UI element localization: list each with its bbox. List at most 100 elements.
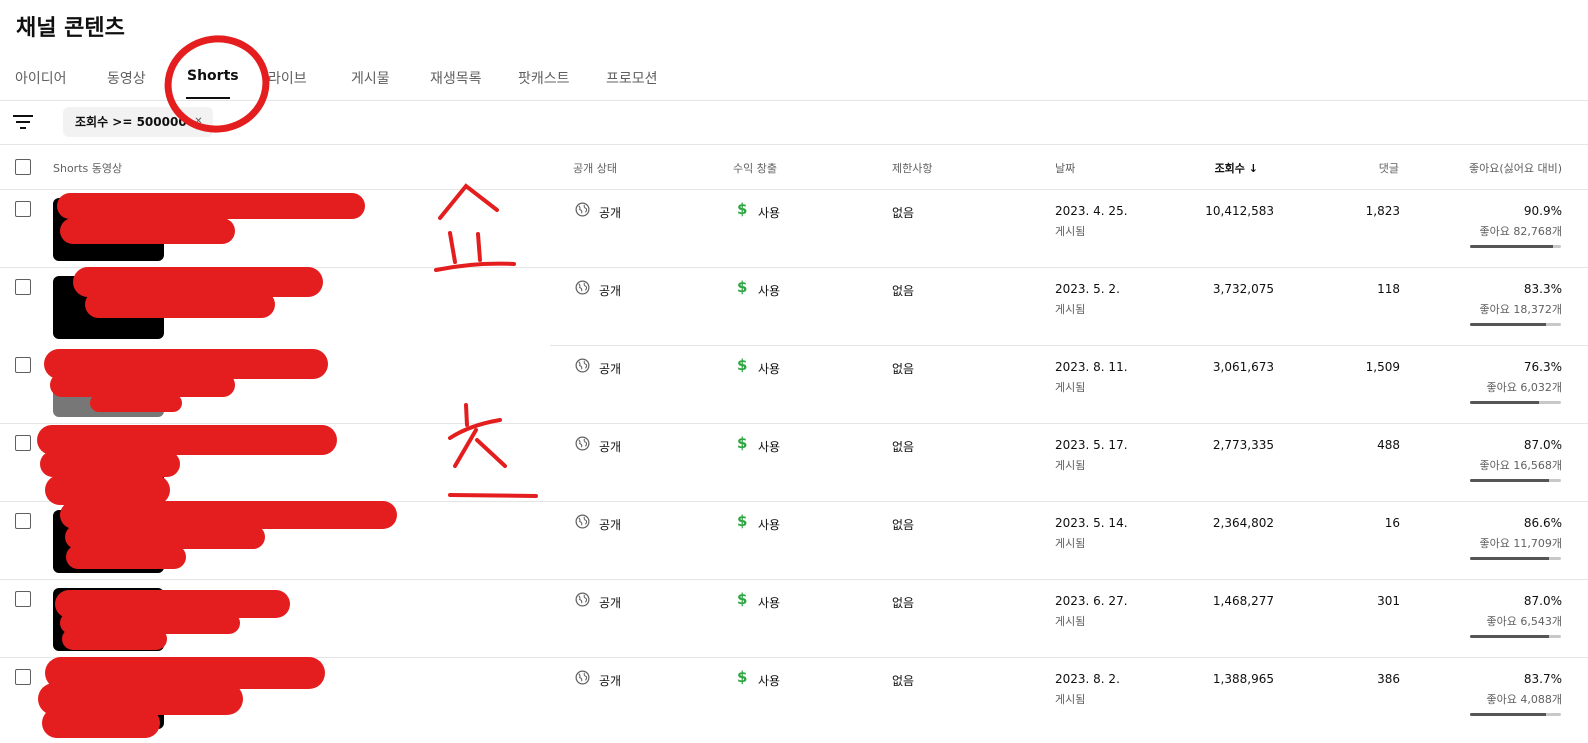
views-value: 1,388,965 [1212,672,1274,686]
like-percent: 90.9% [1523,204,1562,218]
tab-ideas[interactable]: 아이디어 [15,68,67,88]
like-count: 좋아요 6,543개 [1486,615,1562,628]
comments-value[interactable]: 118 [1377,282,1400,296]
like-count: 좋아요 4,088개 [1486,693,1562,706]
tab-promotions[interactable]: 프로모션 [606,68,658,88]
filter-chip-views[interactable]: 조회수 >= 500000 ✕ [63,107,213,137]
visibility-value[interactable]: 공개 [599,204,621,221]
like-percent: 87.0% [1523,438,1562,452]
globe-icon [575,670,590,685]
monetization-value[interactable]: 사용 [758,438,780,455]
comments-value[interactable]: 1,509 [1366,360,1400,374]
globe-icon [575,280,590,295]
comments-value[interactable]: 488 [1377,438,1400,452]
like-ratio-bar [1470,479,1561,482]
filter-chip-label: 조회수 >= 500000 [75,115,187,129]
monetization-value[interactable]: 사용 [758,672,780,689]
globe-icon [575,592,590,607]
like-ratio-bar [1470,557,1561,560]
views-value: 3,061,673 [1212,360,1274,374]
header-date[interactable]: 날짜 [1055,160,1075,176]
visibility-value[interactable]: 공개 [599,594,621,611]
row-checkbox[interactable] [15,201,31,217]
views-value: 10,412,583 [1205,204,1274,218]
dollar-icon: $ [737,590,748,608]
like-percent: 86.6% [1523,516,1562,530]
date-status: 게시됨 [1055,459,1086,472]
monetization-value[interactable]: 사용 [758,360,780,377]
like-ratio-fill [1470,401,1540,404]
row-checkbox[interactable] [15,513,31,529]
date-value: 2023. 5. 14. [1055,516,1128,530]
like-ratio-bar [1470,401,1561,404]
comments-value[interactable]: 16 [1385,516,1400,530]
row-checkbox[interactable] [15,279,31,295]
chip-close-icon[interactable]: ✕ [194,107,202,137]
visibility-value[interactable]: 공개 [599,282,621,299]
active-tab-indicator [186,97,230,99]
header-comments[interactable]: 댓글 [1379,160,1399,176]
visibility-value[interactable]: 공개 [599,516,621,533]
like-percent: 83.3% [1523,282,1562,296]
tab-playlists[interactable]: 재생목록 [430,68,482,88]
like-count: 좋아요 82,768개 [1479,225,1562,238]
restrictions-value: 없음 [892,362,915,376]
restrictions-value: 없음 [892,206,915,220]
dollar-icon: $ [737,512,748,530]
header-restrictions[interactable]: 제한사항 [892,160,932,176]
comments-value[interactable]: 386 [1377,672,1400,686]
like-count: 좋아요 11,709개 [1479,537,1562,550]
tab-posts[interactable]: 게시물 [351,68,390,88]
page-title: 채널 콘텐츠 [16,16,125,41]
date-value: 2023. 5. 17. [1055,438,1128,452]
monetization-value[interactable]: 사용 [758,594,780,611]
views-value: 3,732,075 [1212,282,1274,296]
globe-icon [575,358,590,373]
filter-icon[interactable] [13,114,33,130]
monetization-value[interactable]: 사용 [758,282,780,299]
restrictions-value: 없음 [892,596,915,610]
header-monetization[interactable]: 수익 창출 [733,160,777,176]
comments-value[interactable]: 301 [1377,594,1400,608]
date-value: 2023. 6. 27. [1055,594,1128,608]
like-percent: 76.3% [1523,360,1562,374]
like-ratio-bar [1470,635,1561,638]
comments-value[interactable]: 1,823 [1366,204,1400,218]
like-ratio-fill [1470,479,1550,482]
date-value: 2023. 8. 2. [1055,672,1120,686]
date-value: 2023. 4. 25. [1055,204,1128,218]
like-ratio-bar [1470,323,1561,326]
visibility-value[interactable]: 공개 [599,360,621,377]
tab-shorts[interactable]: Shorts [187,68,239,84]
row-checkbox[interactable] [15,357,31,373]
date-status: 게시됨 [1055,303,1086,316]
like-percent: 87.0% [1523,594,1562,608]
select-all-checkbox[interactable] [15,159,31,175]
restrictions-value: 없음 [892,440,915,454]
header-likes[interactable]: 좋아요(싫어요 대비) [1469,160,1562,176]
dollar-icon: $ [737,356,748,374]
monetization-value[interactable]: 사용 [758,516,780,533]
header-visibility[interactable]: 공개 상태 [573,160,617,176]
header-video[interactable]: Shorts 동영상 [53,160,122,176]
tab-bar: 아이디어 동영상 Shorts 라이브 게시물 재생목록 팟캐스트 프로모션 [0,58,1588,101]
row-checkbox[interactable] [15,435,31,451]
visibility-value[interactable]: 공개 [599,438,621,455]
tab-videos[interactable]: 동영상 [107,68,146,88]
like-ratio-bar [1470,713,1561,716]
restrictions-value: 없음 [892,674,915,688]
header-views-label: 조회수 [1214,162,1245,175]
globe-icon [575,436,590,451]
tab-podcasts[interactable]: 팟캐스트 [518,68,570,88]
tab-live[interactable]: 라이브 [268,68,307,88]
like-count: 좋아요 6,032개 [1486,381,1562,394]
dollar-icon: $ [737,278,748,296]
globe-icon [575,514,590,529]
row-checkbox[interactable] [15,669,31,685]
header-views[interactable]: 조회수 ↓ [1215,160,1258,176]
like-ratio-fill [1470,635,1550,638]
monetization-value[interactable]: 사용 [758,204,780,221]
like-ratio-fill [1470,557,1549,560]
row-checkbox[interactable] [15,591,31,607]
visibility-value[interactable]: 공개 [599,672,621,689]
